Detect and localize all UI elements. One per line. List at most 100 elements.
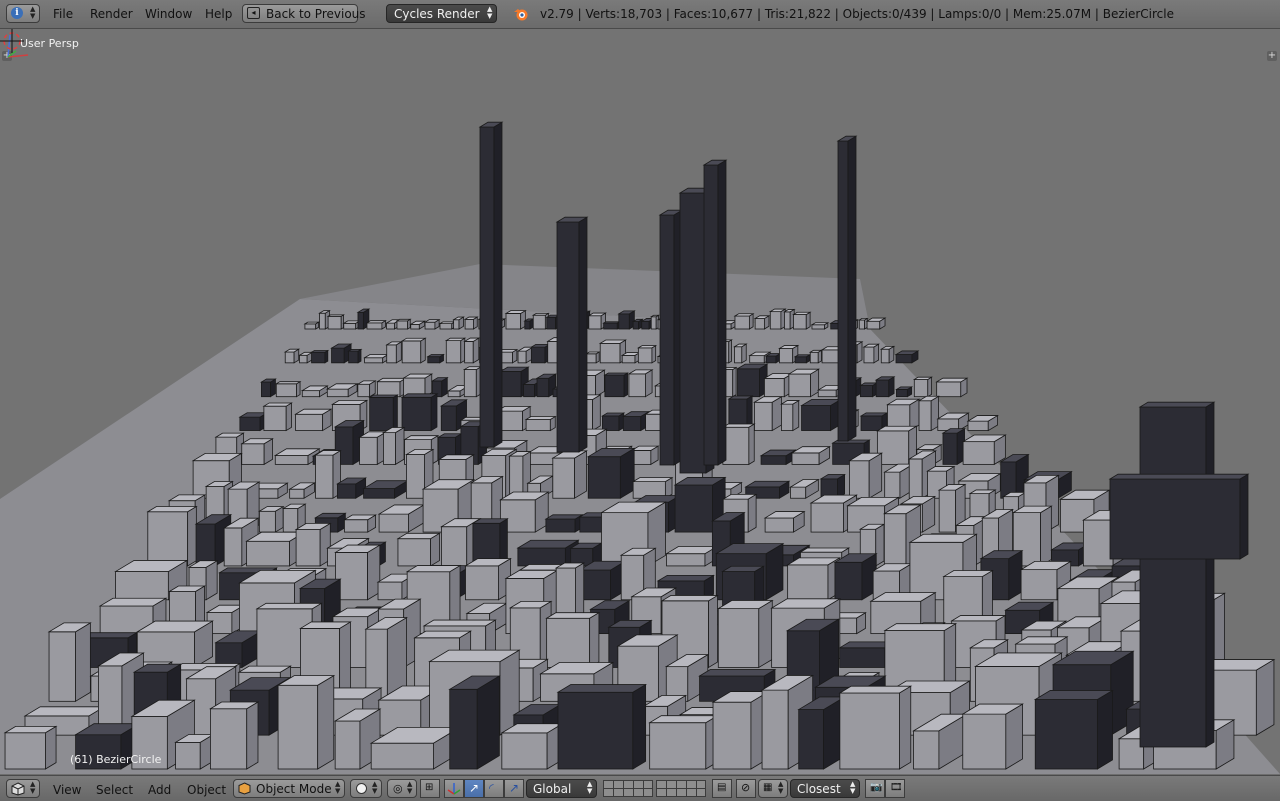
building xyxy=(426,353,445,364)
render-animation-icon: 🎞 xyxy=(890,782,903,793)
building xyxy=(759,449,797,466)
lock-layers-toggle[interactable]: ▤ xyxy=(712,779,732,798)
3d-cursor-icon[interactable] xyxy=(0,29,24,53)
building xyxy=(1033,689,1114,770)
building xyxy=(508,450,532,499)
mode-select[interactable]: Object Mode ▲ ▼ xyxy=(233,779,345,798)
building xyxy=(936,412,970,432)
building xyxy=(961,703,1025,770)
menu-file[interactable]: File xyxy=(53,7,73,21)
building xyxy=(516,346,535,364)
menu-add[interactable]: Add xyxy=(148,783,171,797)
building xyxy=(602,321,621,330)
building xyxy=(895,386,914,398)
scene-stats: v2.79 | Verts:18,703 | Faces:10,677 | Tr… xyxy=(540,7,1174,21)
building xyxy=(935,377,969,398)
building xyxy=(240,438,274,466)
building xyxy=(848,452,884,499)
building xyxy=(577,560,627,601)
building xyxy=(600,412,626,432)
translate-manipulator-toggle[interactable]: ↗ xyxy=(464,779,484,798)
building xyxy=(836,135,858,442)
render-image-icon: 📷 xyxy=(870,782,883,793)
editor-type-button[interactable]: ▲ ▼ xyxy=(6,779,40,798)
building xyxy=(598,339,628,364)
solid-shading-icon xyxy=(356,783,367,794)
pivot-point-select[interactable]: ◎ ▲ ▼ xyxy=(387,779,417,798)
building xyxy=(545,611,601,669)
menu-view[interactable]: View xyxy=(53,783,81,797)
building xyxy=(294,408,333,432)
properties-toggle-icon[interactable]: + xyxy=(1267,51,1277,61)
building xyxy=(762,372,794,398)
building xyxy=(779,399,801,432)
building xyxy=(768,308,787,330)
editor-type-button[interactable]: i ▲ ▼ xyxy=(6,4,40,23)
building xyxy=(862,343,881,364)
chevron-updown-icon: ▲ ▼ xyxy=(372,780,378,795)
building xyxy=(736,363,769,398)
menu-select[interactable]: Select xyxy=(96,783,133,797)
building xyxy=(343,514,378,533)
building xyxy=(556,683,648,770)
render-engine-select[interactable]: Cycles Render ▲ ▼ xyxy=(386,4,497,23)
city-scene xyxy=(0,121,1280,774)
building xyxy=(363,353,390,364)
chevron-updown-icon: ▲ ▼ xyxy=(587,780,593,795)
building xyxy=(529,343,551,364)
building xyxy=(787,368,821,398)
building xyxy=(358,431,388,466)
transform-orientation-select[interactable]: Global ▲ ▼ xyxy=(526,779,597,798)
viewport-shading-select[interactable]: ▲ ▼ xyxy=(350,779,382,798)
building xyxy=(314,449,342,499)
building xyxy=(448,675,501,770)
building xyxy=(636,344,658,364)
building xyxy=(334,544,382,601)
info-header: i ▲ ▼ File Render Window Help ◂ Back to P… xyxy=(0,0,1280,29)
render-animation-button[interactable]: 🎞 xyxy=(885,779,905,798)
menu-help[interactable]: Help xyxy=(205,7,232,21)
menu-render[interactable]: Render xyxy=(90,7,133,21)
chevron-updown-icon: ▲ ▼ xyxy=(407,780,413,795)
building xyxy=(135,620,214,669)
building xyxy=(764,352,782,364)
layers-icon[interactable] xyxy=(603,780,653,797)
building xyxy=(733,313,755,330)
render-still-button[interactable]: 📷 xyxy=(865,779,885,798)
building xyxy=(382,426,406,466)
building xyxy=(516,539,580,567)
building xyxy=(47,622,92,703)
building xyxy=(283,348,301,364)
building xyxy=(298,351,314,364)
building xyxy=(1138,401,1216,748)
snap-target-select[interactable]: Closest ▲ ▼ xyxy=(790,779,860,798)
manipulator-toggle[interactable] xyxy=(444,779,464,798)
building xyxy=(790,445,831,466)
snap-element-select[interactable]: ▦ ▲ ▼ xyxy=(758,779,788,798)
object-mode-cube-icon xyxy=(238,782,251,795)
only-origins-toggle[interactable]: ⊞ xyxy=(420,779,440,798)
building xyxy=(586,447,636,499)
building xyxy=(462,366,483,398)
scale-manipulator-toggle[interactable]: ↗ xyxy=(504,779,524,798)
layers-icon-second-block[interactable] xyxy=(656,780,706,797)
building xyxy=(702,159,728,466)
snap-target-value: Closest xyxy=(797,782,841,796)
chevron-updown-icon: ▲ ▼ xyxy=(778,780,784,795)
rotate-manipulator-toggle[interactable]: ◜ xyxy=(484,779,504,798)
menu-object[interactable]: Object xyxy=(187,783,226,797)
proportional-edit-toggle[interactable]: ⊘ xyxy=(736,779,756,798)
building xyxy=(146,505,198,567)
building xyxy=(721,423,756,466)
building xyxy=(335,477,368,499)
3d-viewport[interactable]: User Persp + + (61) BezierCircle xyxy=(0,29,1280,774)
building xyxy=(733,343,748,364)
building xyxy=(356,380,377,398)
building xyxy=(452,316,465,330)
building xyxy=(402,373,434,398)
building xyxy=(966,414,999,432)
building xyxy=(274,380,302,398)
back-to-previous-button[interactable]: ◂ Back to Previous xyxy=(242,4,366,23)
building xyxy=(874,376,896,398)
menu-window[interactable]: Window xyxy=(145,7,192,21)
